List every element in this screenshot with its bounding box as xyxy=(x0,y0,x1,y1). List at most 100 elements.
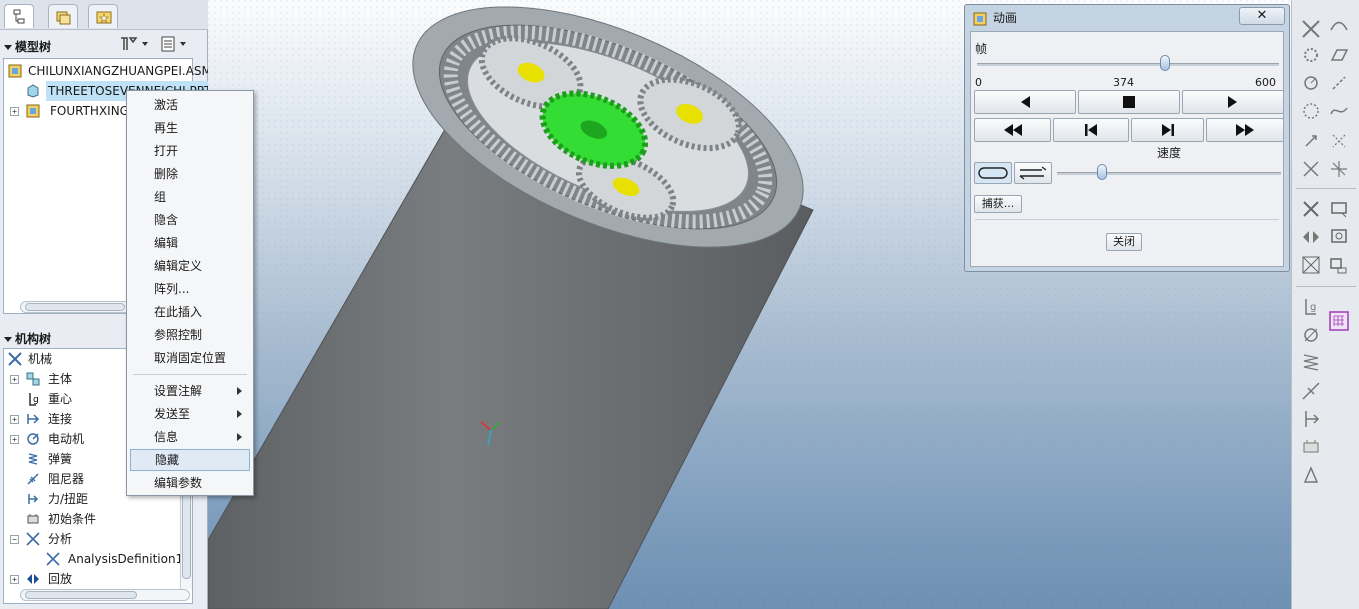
fast-forward-button[interactable] xyxy=(1206,118,1284,142)
dialog-separator xyxy=(975,219,1279,220)
gravity-tool-icon[interactable]: g xyxy=(1300,296,1322,318)
axis-icon[interactable] xyxy=(1328,72,1350,94)
connection-icon xyxy=(27,414,40,424)
play-forward-button[interactable] xyxy=(1182,90,1284,114)
loop-mode-button[interactable] xyxy=(974,162,1012,184)
play-backward-icon xyxy=(1021,96,1030,108)
stop-button[interactable] xyxy=(1078,90,1180,114)
point-icon[interactable] xyxy=(1328,130,1350,152)
csys-icon[interactable] xyxy=(1328,158,1350,180)
submenu-arrow-icon xyxy=(237,387,242,395)
motor-edit-icon[interactable] xyxy=(1300,324,1322,346)
tab-model-tree[interactable] xyxy=(4,4,34,28)
mechanism-toolbar: g xyxy=(1291,0,1359,609)
plane-icon[interactable] xyxy=(1328,44,1350,66)
mechanism-connection-icon[interactable] xyxy=(1300,18,1322,40)
settings-tools-icon[interactable] xyxy=(118,35,152,53)
spring-icon xyxy=(28,453,38,465)
tree-item-initial-conditions[interactable]: 初始条件 xyxy=(4,509,180,529)
menu-item-insert-here[interactable]: 在此插入 xyxy=(130,301,250,323)
tree-item-assembly[interactable]: CHILUNXIANGZHUANGPEI.ASM xyxy=(4,61,212,81)
mass-properties-icon[interactable] xyxy=(1300,464,1322,486)
grid-active-icon[interactable] xyxy=(1328,310,1350,332)
results-icon[interactable] xyxy=(1328,226,1350,248)
menu-item-edit-parameters[interactable]: 编辑参数 xyxy=(130,472,250,494)
menu-item-send-to[interactable]: 发送至 xyxy=(130,403,250,425)
graph-icon[interactable] xyxy=(1300,254,1322,276)
initial-condition-tool-icon[interactable] xyxy=(1300,436,1322,458)
frame-max-label: 600 xyxy=(1255,76,1276,89)
expand-icon[interactable]: + xyxy=(10,415,19,424)
scroll-thumb[interactable] xyxy=(182,489,191,579)
initial-condition-icon xyxy=(27,514,39,524)
menu-item-hide[interactable]: 隐藏 xyxy=(130,449,250,471)
close-icon[interactable]: ✕ xyxy=(1239,7,1285,25)
dialog-body: 帧 0 374 600 速度 捕获... 关闭 xyxy=(970,31,1284,267)
playback-tool-icon[interactable] xyxy=(1300,226,1322,248)
speed-slider-track[interactable] xyxy=(1057,172,1281,175)
animation-dialog: 动画 ✕ 帧 0 374 600 速度 捕获... 关闭 xyxy=(964,4,1290,272)
motor-tool-icon[interactable] xyxy=(1300,72,1322,94)
curve-icon[interactable] xyxy=(1328,100,1350,122)
bodies-icon xyxy=(26,372,40,386)
scroll-thumb[interactable] xyxy=(25,591,137,599)
reverse-mode-button[interactable] xyxy=(1014,162,1052,184)
loop-icon xyxy=(978,167,1008,179)
close-button[interactable]: 关闭 xyxy=(1106,233,1142,251)
rewind-icon xyxy=(1003,124,1022,136)
dialog-title: 动画 xyxy=(993,11,1018,25)
tree-item-analysis[interactable]: − 分析 xyxy=(4,529,180,549)
frame-slider-track[interactable] xyxy=(977,63,1279,66)
menu-item-info[interactable]: 信息 xyxy=(130,426,250,448)
menu-item-pattern[interactable]: 阵列... xyxy=(130,278,250,300)
expand-icon[interactable]: + xyxy=(10,107,19,116)
menu-item-delete[interactable]: 删除 xyxy=(130,163,250,185)
expand-icon[interactable]: + xyxy=(10,375,19,384)
menu-separator xyxy=(133,374,247,375)
play-backward-button[interactable] xyxy=(974,90,1076,114)
tab-folder-browser[interactable] xyxy=(48,4,78,28)
play-forward-icon xyxy=(1228,96,1237,108)
step-backward-button[interactable] xyxy=(1053,118,1129,142)
reverse-icon xyxy=(1019,166,1047,180)
capture-button[interactable]: 捕获... xyxy=(974,195,1022,213)
tab-favorites[interactable] xyxy=(88,4,118,28)
menu-item-set-annotation[interactable]: 设置注解 xyxy=(130,380,250,402)
menu-item-reference-control[interactable]: 参照控制 xyxy=(130,324,250,346)
menu-item-edit[interactable]: 编辑 xyxy=(130,232,250,254)
folder-icon xyxy=(56,11,71,25)
cam-icon[interactable] xyxy=(1328,18,1350,40)
speed-slider-thumb[interactable] xyxy=(1096,164,1107,180)
menu-item-edit-definition[interactable]: 编辑定义 xyxy=(130,255,250,277)
drag-icon[interactable] xyxy=(1300,130,1322,152)
gear-pair-icon[interactable] xyxy=(1300,44,1322,66)
analysis-tool-icon[interactable] xyxy=(1300,198,1322,220)
menu-item-suppress[interactable]: 隐含 xyxy=(130,209,250,231)
menu-item-activate[interactable]: 激活 xyxy=(130,94,250,116)
export-icon[interactable] xyxy=(1328,254,1350,276)
measure-icon[interactable] xyxy=(1328,198,1350,220)
scroll-thumb[interactable] xyxy=(25,303,125,311)
step-forward-button[interactable] xyxy=(1131,118,1204,142)
frame-current-label: 374 xyxy=(1113,76,1134,89)
rewind-button[interactable] xyxy=(974,118,1051,142)
servo-icon[interactable] xyxy=(1300,100,1322,122)
snapshot-icon[interactable] xyxy=(1300,158,1322,180)
spring-tool-icon[interactable] xyxy=(1300,352,1322,374)
menu-item-group[interactable]: 组 xyxy=(130,186,250,208)
expand-icon[interactable]: + xyxy=(10,435,19,444)
force-tool-icon[interactable] xyxy=(1300,408,1322,430)
toolbar-separator xyxy=(1296,286,1356,287)
mechanism-tree-hscrollbar[interactable] xyxy=(20,589,190,601)
tree-item-analysis-definition[interactable]: AnalysisDefinition1 xyxy=(4,549,183,569)
stop-icon xyxy=(1123,96,1135,108)
show-menu-icon[interactable] xyxy=(160,35,192,53)
damper-tool-icon[interactable] xyxy=(1300,380,1322,402)
menu-item-unfix-location[interactable]: 取消固定位置 xyxy=(130,347,250,369)
frame-slider-thumb[interactable] xyxy=(1160,55,1171,71)
menu-item-regenerate[interactable]: 再生 xyxy=(130,117,250,139)
expand-icon[interactable]: + xyxy=(10,575,19,584)
menu-item-open[interactable]: 打开 xyxy=(130,140,250,162)
collapse-tree-icon[interactable]: − xyxy=(10,535,19,544)
tree-item-playback[interactable]: + 回放 xyxy=(4,569,180,589)
